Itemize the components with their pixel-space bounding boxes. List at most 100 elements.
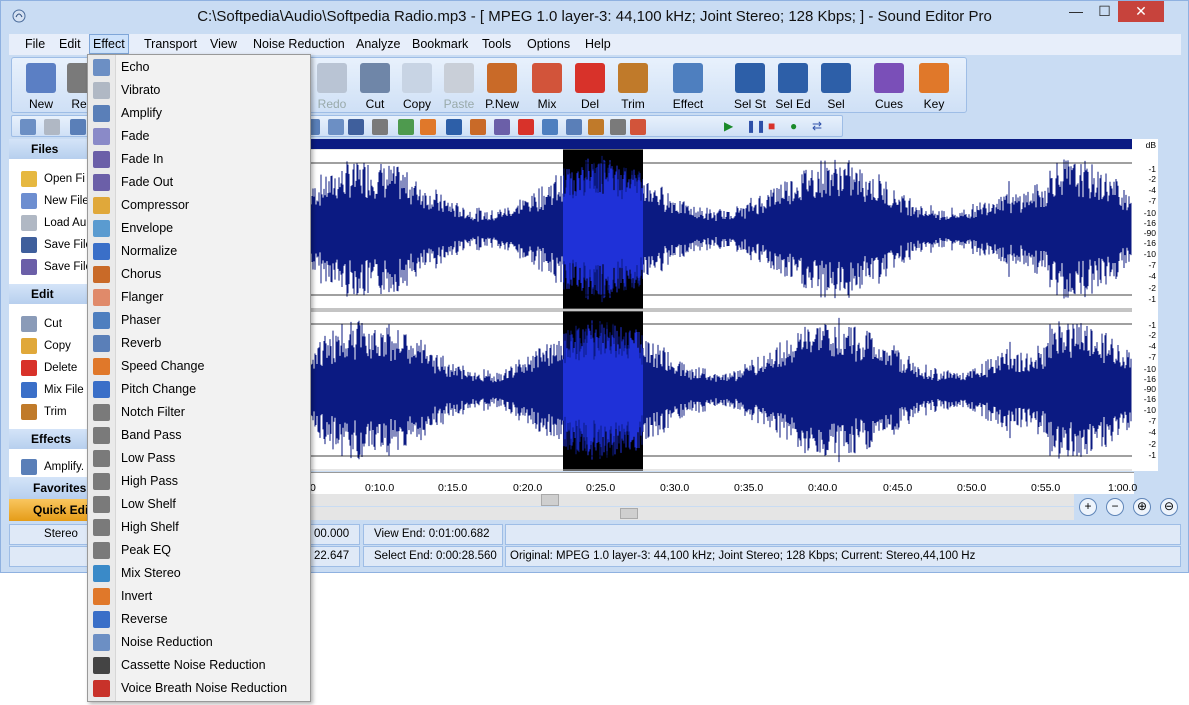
toolbar-new-button[interactable]: New [21, 58, 61, 114]
menu-effect[interactable]: Effect [89, 34, 129, 54]
toolbar-cut-button[interactable]: Cut [355, 58, 395, 114]
menu-item-chorus[interactable]: Chorus [88, 263, 310, 286]
toolbar-copy-button[interactable]: Copy [397, 58, 437, 114]
menu-item-fade-in[interactable]: Fade In [88, 148, 310, 171]
toolbar-del-button[interactable]: Del [570, 58, 610, 114]
pause-icon[interactable]: ❚❚ [746, 119, 766, 133]
sidebar-item-amplify[interactable]: Amplify. [21, 459, 84, 477]
toolbar-cues-button[interactable]: Cues [869, 58, 909, 114]
menu-analyze[interactable]: Analyze [356, 37, 400, 51]
sidebar-item-copy[interactable]: Copy [21, 338, 71, 356]
menu-item-low-shelf[interactable]: Low Shelf [88, 493, 310, 516]
timeline-ruler[interactable]: 0 0:10.0 0:15.0 0:20.0 0:25.0 0:30.0 0:35.0 0:4… [310, 472, 1137, 494]
menu-item-fade[interactable]: Fade [88, 125, 310, 148]
toolbar-redo-button[interactable]: Redo [312, 58, 352, 114]
pitch-icon[interactable] [328, 119, 344, 135]
menu-bookmark[interactable]: Bookmark [412, 37, 468, 51]
menu-item-band-pass[interactable]: Band Pass [88, 424, 310, 447]
noise-icon[interactable] [566, 119, 582, 135]
menu-item-pitch-change[interactable]: Pitch Change [88, 378, 310, 401]
toolbar-paste-button[interactable]: Paste [439, 58, 479, 114]
menu-item-echo[interactable]: Echo [88, 56, 310, 79]
menu-item-speed-change[interactable]: Speed Change [88, 355, 310, 378]
menu-file[interactable]: File [25, 37, 45, 51]
close-button[interactable]: ✕ [1118, 1, 1164, 22]
eq-icon[interactable] [470, 119, 486, 135]
menu-item-compressor[interactable]: Compressor [88, 194, 310, 217]
horizontal-scrollbar[interactable] [310, 494, 1074, 506]
toolbar-sel-st-button[interactable]: Sel St [730, 58, 770, 114]
cassette-icon[interactable] [588, 119, 604, 135]
repeat-icon[interactable]: ⇄ [812, 119, 822, 133]
toolbar-sel-button[interactable]: Sel [816, 58, 856, 114]
overview-bar[interactable] [310, 139, 1134, 149]
toolbar-key-button[interactable]: Key [914, 58, 954, 114]
maximize-button[interactable]: ☐ [1091, 1, 1118, 22]
menu-item-low-pass[interactable]: Low Pass [88, 447, 310, 470]
menu-help[interactable]: Help [585, 37, 611, 51]
high-pass-icon[interactable] [420, 119, 436, 135]
toolbar-effect-button[interactable]: Effect [668, 58, 708, 114]
sidebar-item-mix-file[interactable]: Mix File [21, 382, 84, 400]
sidebar-item-cut[interactable]: Cut [21, 316, 62, 334]
menu-item-flanger[interactable]: Flanger [88, 286, 310, 309]
menu-edit[interactable]: Edit [59, 37, 81, 51]
menu-noise-reduction[interactable]: Noise Reduction [253, 37, 345, 51]
vertical-zoom-scrollbar[interactable] [310, 507, 1074, 520]
zoom-in-h-icon[interactable]: + [1079, 498, 1097, 516]
menu-tools[interactable]: Tools [482, 37, 511, 51]
sidebar-item-trim[interactable]: Trim [21, 404, 67, 422]
menu-transport[interactable]: Transport [144, 37, 197, 51]
menu-item-normalize[interactable]: Normalize [88, 240, 310, 263]
stop-icon[interactable]: ■ [768, 119, 775, 133]
scrollbar-thumb[interactable] [541, 494, 559, 506]
zoom-out-h-icon[interactable]: − [1106, 498, 1124, 516]
menu-item-mix-stereo[interactable]: Mix Stereo [88, 562, 310, 585]
effect-icon[interactable] [630, 119, 646, 135]
toolbar-p-new-button[interactable]: P.New [482, 58, 522, 114]
menu-item-amplify[interactable]: Amplify [88, 102, 310, 125]
menu-item-high-shelf[interactable]: High Shelf [88, 516, 310, 539]
toolbar-sel-ed-button[interactable]: Sel Ed [773, 58, 813, 114]
sidebar-item-open-file[interactable]: Open Fi [21, 171, 85, 189]
toolbar-mix-button[interactable]: Mix [527, 58, 567, 114]
mute-icon[interactable] [44, 119, 60, 135]
scrollbar-thumb[interactable] [620, 508, 638, 519]
menu-item-fade-out[interactable]: Fade Out [88, 171, 310, 194]
sidebar-item-save-file[interactable]: Save File [21, 237, 92, 255]
menu-item-invert[interactable]: Invert [88, 585, 310, 608]
waveform-view[interactable] [310, 149, 1132, 471]
menu-item-vibrato[interactable]: Vibrato [88, 79, 310, 102]
menu-item-peak-eq[interactable]: Peak EQ [88, 539, 310, 562]
reverse-icon[interactable] [542, 119, 558, 135]
menu-item-envelope[interactable]: Envelope [88, 217, 310, 240]
sidebar-item-save-file-as[interactable]: Save File [21, 259, 92, 277]
toolbar-trim-button[interactable]: Trim [613, 58, 653, 114]
amplify-icon[interactable] [70, 119, 86, 135]
sidebar-item-delete[interactable]: Delete [21, 360, 77, 378]
notch-icon[interactable] [348, 119, 364, 135]
play-loop-icon[interactable]: ● [790, 119, 797, 133]
invert-icon[interactable] [518, 119, 534, 135]
shelf-icon[interactable] [446, 119, 462, 135]
menu-item-high-pass[interactable]: High Pass [88, 470, 310, 493]
menu-options[interactable]: Options [527, 37, 570, 51]
menu-item-notch-filter[interactable]: Notch Filter [88, 401, 310, 424]
menu-item-phaser[interactable]: Phaser [88, 309, 310, 332]
zoom-in-v-icon[interactable]: ⊕ [1133, 498, 1151, 516]
volume-icon[interactable] [20, 119, 36, 135]
menu-item-noise-reduction[interactable]: Noise Reduction [88, 631, 310, 654]
low-pass-icon[interactable] [398, 119, 414, 135]
sidebar-item-new-file[interactable]: New File [21, 193, 89, 211]
sidebar-item-load-audio[interactable]: Load Au [21, 215, 86, 233]
menu-item-voice-breath-noise-reduction[interactable]: Voice Breath Noise Reduction [88, 677, 310, 700]
menu-item-cassette-noise-reduction[interactable]: Cassette Noise Reduction [88, 654, 310, 677]
zoom-out-v-icon[interactable]: ⊖ [1160, 498, 1178, 516]
menu-item-reverse[interactable]: Reverse [88, 608, 310, 631]
minimize-button[interactable]: — [1062, 1, 1090, 22]
mix-icon[interactable] [494, 119, 510, 135]
band-pass-icon[interactable] [372, 119, 388, 135]
breath-icon[interactable] [610, 119, 626, 135]
play-icon[interactable]: ▶ [724, 119, 733, 133]
menu-item-reverb[interactable]: Reverb [88, 332, 310, 355]
